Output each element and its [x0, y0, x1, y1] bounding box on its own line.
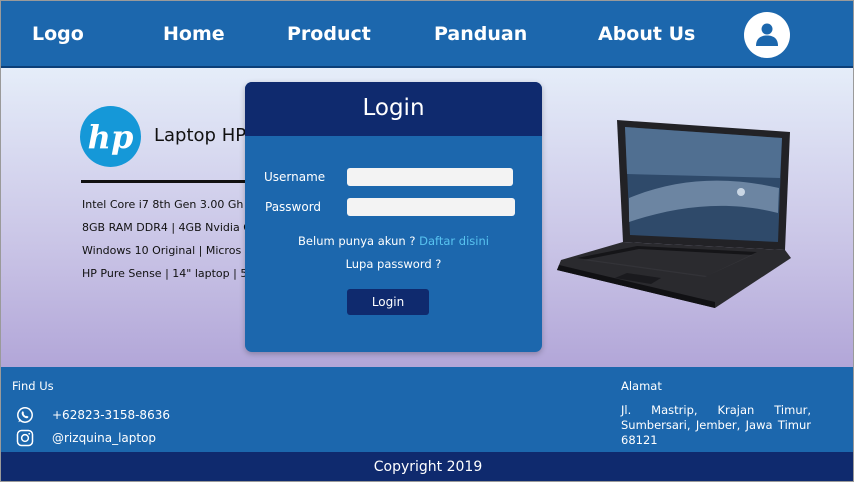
nav-item-product[interactable]: Product: [287, 23, 371, 45]
username-input[interactable]: [347, 168, 513, 186]
instagram-handle: @rizquina_laptop: [52, 431, 157, 445]
footer: Find Us +62823-3158-8636 @rizquina_lapto…: [1, 367, 853, 452]
address-text: Jl. Mastrip, Krajan Timur, Sumbersari, J…: [621, 403, 811, 447]
register-prompt-line: Belum punya akun ? Daftar disini: [245, 234, 542, 248]
spec-line: Intel Core i7 8th Gen 3.00 Gh: [82, 198, 244, 211]
register-link[interactable]: Daftar disini: [419, 234, 489, 248]
laptop-image: [557, 120, 791, 308]
username-label: Username: [264, 170, 326, 184]
copyright-bar: Copyright 2019: [1, 452, 853, 481]
login-modal-header: Login: [245, 82, 542, 136]
page-frame: Logo Home Product Panduan About Us hp La…: [0, 0, 854, 482]
nav-logo[interactable]: Logo: [32, 23, 84, 45]
nav-item-panduan[interactable]: Panduan: [434, 23, 527, 45]
spec-line: HP Pure Sense | 14" laptop | 5: [82, 267, 248, 280]
address-heading: Alamat: [621, 379, 662, 393]
login-button[interactable]: Login: [347, 289, 429, 315]
product-title: Laptop HP: [154, 125, 247, 146]
spec-line: Windows 10 Original | Micros: [82, 244, 242, 257]
hp-logo: hp: [80, 106, 141, 167]
forgot-password-link[interactable]: Lupa password ?: [245, 257, 542, 271]
password-input[interactable]: [347, 198, 515, 216]
copyright-text: Copyright 2019: [373, 459, 483, 475]
whatsapp-icon: [17, 407, 33, 423]
nav-item-about-us[interactable]: About Us: [598, 23, 695, 45]
password-label: Password: [265, 200, 322, 214]
find-us-heading: Find Us: [12, 379, 54, 393]
title-divider: [81, 180, 251, 183]
phone-number: +62823-3158-8636: [52, 408, 170, 422]
user-icon: [756, 23, 778, 46]
login-title: Login: [362, 95, 425, 121]
login-modal: Login Username Password Belum punya akun…: [245, 82, 542, 352]
spec-line: 8GB RAM DDR4 | 4GB Nvidia G: [82, 221, 252, 234]
register-prompt: Belum punya akun ?: [298, 234, 416, 248]
svg-text:hp: hp: [88, 118, 134, 156]
nav-item-home[interactable]: Home: [163, 23, 225, 45]
navbar: Logo Home Product Panduan About Us: [1, 1, 853, 68]
user-avatar-button[interactable]: [744, 12, 790, 58]
instagram-icon: [16, 429, 34, 447]
